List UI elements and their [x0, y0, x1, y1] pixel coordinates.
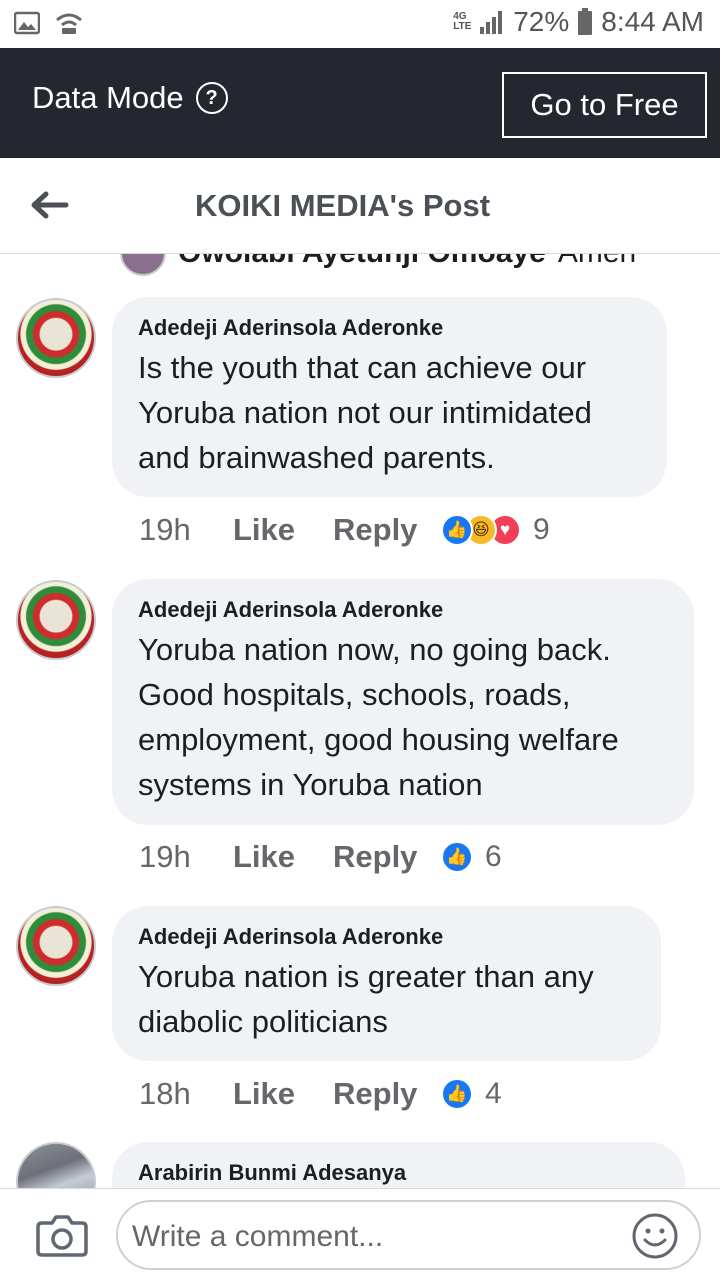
avatar[interactable]: [16, 906, 96, 986]
comment-composer: Write a comment...: [0, 1188, 720, 1280]
comment-author[interactable]: Adedeji Aderinsola Aderonke: [138, 924, 635, 950]
reply-button[interactable]: Reply: [333, 512, 441, 548]
camera-icon[interactable]: [36, 1211, 88, 1257]
comment-author[interactable]: Adedeji Aderinsola Aderonke: [138, 315, 641, 341]
like-button[interactable]: Like: [233, 1076, 333, 1112]
comment-bubble[interactable]: Adedeji Aderinsola Aderonke Is the youth…: [112, 297, 667, 497]
comment-time[interactable]: 19h: [139, 512, 233, 548]
data-mode-title[interactable]: Data Mode ?: [32, 80, 228, 116]
signal-strength-icon: [480, 11, 503, 34]
go-to-free-button[interactable]: Go to Free: [502, 72, 707, 138]
like-button[interactable]: Like: [233, 512, 333, 548]
data-mode-bar: Data Mode ? Go to Free: [0, 48, 720, 158]
avatar[interactable]: [16, 1142, 96, 1188]
comment-time[interactable]: 19h: [139, 839, 233, 875]
signal-type: 4G LTE: [453, 11, 472, 32]
reactions[interactable]: 👍 😆 ♥: [441, 514, 521, 546]
data-mode-label: Data Mode: [32, 80, 184, 115]
comment-author[interactable]: Arabirin Bunmi Adesanya: [138, 1160, 659, 1186]
reaction-count: 9: [533, 513, 550, 546]
like-reaction-icon: 👍: [441, 841, 473, 873]
comments-feed[interactable]: Owolabi Ayetunji Omoaye Amen Adedeji Ade…: [0, 254, 720, 1188]
gallery-icon: [14, 11, 40, 35]
comment-input[interactable]: Write a comment...: [116, 1200, 701, 1270]
comment-text: Yoruba nation now, no going back. Good h…: [138, 632, 619, 802]
page-title: KOIKI MEDIA's Post: [195, 188, 491, 223]
like-button[interactable]: Like: [233, 839, 333, 875]
help-icon[interactable]: ?: [195, 82, 228, 114]
wifi-calling-icon: [56, 13, 82, 34]
reaction-count: 6: [485, 840, 502, 873]
post-header: KOIKI MEDIA's Post: [0, 158, 720, 254]
comment-bubble[interactable]: Adedeji Aderinsola Aderonke Yoruba natio…: [112, 906, 661, 1061]
comment-text: Is the youth that can achieve our Yoruba…: [138, 350, 592, 475]
reply-button[interactable]: Reply: [333, 1076, 441, 1112]
status-bar: 4G LTE 72% 8:44 AM: [0, 0, 720, 48]
comment-actions: 18h Like Reply 👍 4: [139, 1076, 502, 1112]
emoji-icon[interactable]: [631, 1212, 679, 1260]
battery-icon: [578, 8, 593, 35]
avatar[interactable]: [120, 254, 166, 276]
comment-placeholder: Write a comment...: [132, 1220, 384, 1253]
reactions[interactable]: 👍: [441, 1078, 473, 1110]
battery-percent: 72%: [513, 6, 570, 37]
comment-bubble[interactable]: Adedeji Aderinsola Aderonke Yoruba natio…: [112, 579, 694, 825]
comment-text: Amen: [558, 254, 636, 270]
comment-actions: 19h Like Reply 👍 😆 ♥ 9: [139, 512, 550, 548]
reaction-count: 4: [485, 1077, 502, 1110]
avatar[interactable]: [16, 580, 96, 660]
partial-comment: Owolabi Ayetunji Omoaye Amen: [120, 254, 636, 276]
reply-button[interactable]: Reply: [333, 839, 441, 875]
comment-author[interactable]: Owolabi Ayetunji Omoaye: [178, 254, 546, 270]
clock: 8:44 AM: [601, 6, 704, 37]
comment-author[interactable]: Adedeji Aderinsola Aderonke: [138, 597, 668, 623]
comment-time[interactable]: 18h: [139, 1076, 233, 1112]
reactions[interactable]: 👍: [441, 841, 473, 873]
back-arrow-icon[interactable]: [26, 182, 72, 228]
like-reaction-icon: 👍: [441, 514, 473, 546]
avatar[interactable]: [16, 298, 96, 378]
like-reaction-icon: 👍: [441, 1078, 473, 1110]
comment-bubble[interactable]: Arabirin Bunmi Adesanya: [112, 1142, 685, 1188]
comment-actions: 19h Like Reply 👍 6: [139, 839, 502, 875]
comment-text: Yoruba nation is greater than any diabol…: [138, 959, 594, 1039]
